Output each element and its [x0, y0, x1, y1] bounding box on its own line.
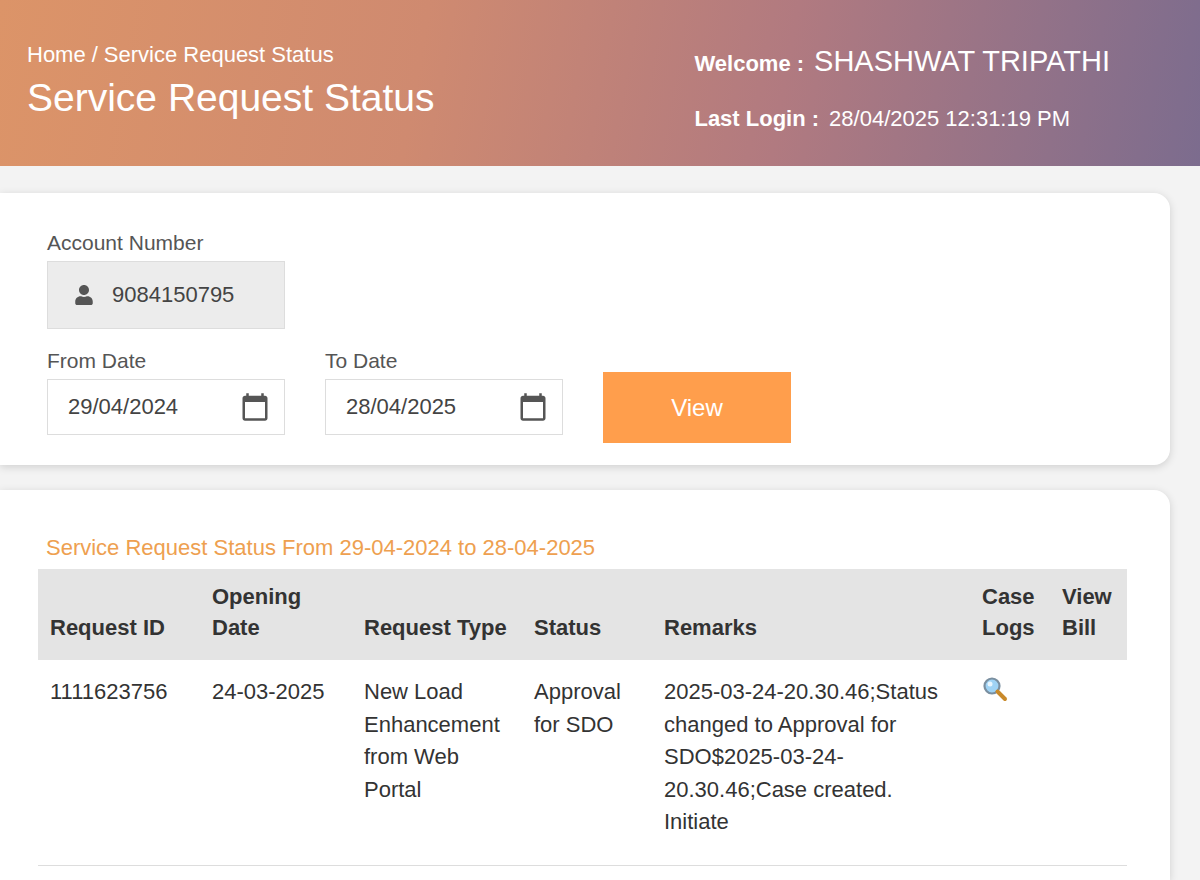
- column-header: View Bill: [1050, 569, 1127, 660]
- header-banner: Home/Service Request StatusService Reque…: [0, 0, 1200, 166]
- account-input: 9084150795: [47, 261, 285, 329]
- column-header: Status: [522, 569, 652, 660]
- to-date-value: 28/04/2025: [346, 394, 456, 420]
- magnifier-icon[interactable]: [982, 676, 1008, 702]
- page-title: Service Request Status: [27, 76, 435, 120]
- view-bill-cell: [1050, 660, 1127, 865]
- table-cell: New Load Enhancement from Web Portal: [352, 660, 522, 865]
- column-header: Opening Date: [200, 569, 352, 660]
- welcome-label: Welcome :: [694, 51, 804, 77]
- table-cell: 2025-03-24-20.30.46;Status changed to Ap…: [652, 660, 970, 865]
- column-header: Request Type: [352, 569, 522, 660]
- last-login-line: Last Login : 28/04/2025 12:31:19 PM: [694, 106, 1110, 132]
- breadcrumb-item: Service Request Status: [104, 42, 334, 68]
- results-table: Request IDOpening DateRequest TypeStatus…: [38, 569, 1127, 866]
- from-date-value: 29/04/2024: [68, 394, 178, 420]
- table-cell: 24-03-2025: [200, 660, 352, 865]
- column-header: Case Logs: [970, 569, 1050, 660]
- header-left: Home/Service Request StatusService Reque…: [27, 42, 435, 166]
- welcome-line: Welcome : SHASHWAT TRIPATHI: [694, 45, 1110, 78]
- calendar-icon[interactable]: [518, 392, 548, 422]
- column-header: Remarks: [652, 569, 970, 660]
- user-info: Welcome : SHASHWAT TRIPATHI Last Login : 28…: [694, 42, 1110, 166]
- account-value: 9084150795: [112, 282, 234, 308]
- to-date-field: To Date 28/04/2025: [325, 349, 563, 435]
- last-login-label: Last Login :: [694, 106, 819, 132]
- to-date-input[interactable]: 28/04/2025: [325, 379, 563, 435]
- user-icon: [74, 285, 94, 305]
- breadcrumb-item[interactable]: Home: [27, 42, 86, 68]
- table-row: 111162375624-03-2025New Load Enhancement…: [38, 660, 1127, 865]
- last-login-value: 28/04/2025 12:31:19 PM: [829, 106, 1070, 132]
- date-row: From Date29/04/2024To Date28/04/2025View: [47, 349, 1123, 435]
- breadcrumb: Home/Service Request Status: [27, 42, 435, 68]
- view-button[interactable]: View: [603, 372, 791, 443]
- table-header-row: Request IDOpening DateRequest TypeStatus…: [38, 569, 1127, 660]
- account-field: Account Number 9084150795: [47, 231, 1123, 329]
- case-logs-cell: [970, 660, 1050, 865]
- table-cell: 1111623756: [38, 660, 200, 865]
- results-title: Service Request Status From 29-04-2024 t…: [46, 535, 1127, 561]
- breadcrumb-separator: /: [92, 42, 98, 68]
- account-label: Account Number: [47, 231, 1123, 255]
- table-cell: Approval for SDO: [522, 660, 652, 865]
- user-name: SHASHWAT TRIPATHI: [814, 45, 1110, 78]
- filter-card: Account Number 9084150795 From Date 29/04/2…: [0, 193, 1170, 465]
- results-card: Service Request Status From 29-04-2024 t…: [0, 490, 1170, 880]
- to-date-label: To Date: [325, 349, 563, 373]
- column-header: Request ID: [38, 569, 200, 660]
- from-date-field: From Date 29/04/2024: [47, 349, 285, 435]
- from-date-label: From Date: [47, 349, 285, 373]
- page: Home/Service Request StatusService Reque…: [0, 0, 1200, 880]
- from-date-input[interactable]: 29/04/2024: [47, 379, 285, 435]
- calendar-icon[interactable]: [240, 392, 270, 422]
